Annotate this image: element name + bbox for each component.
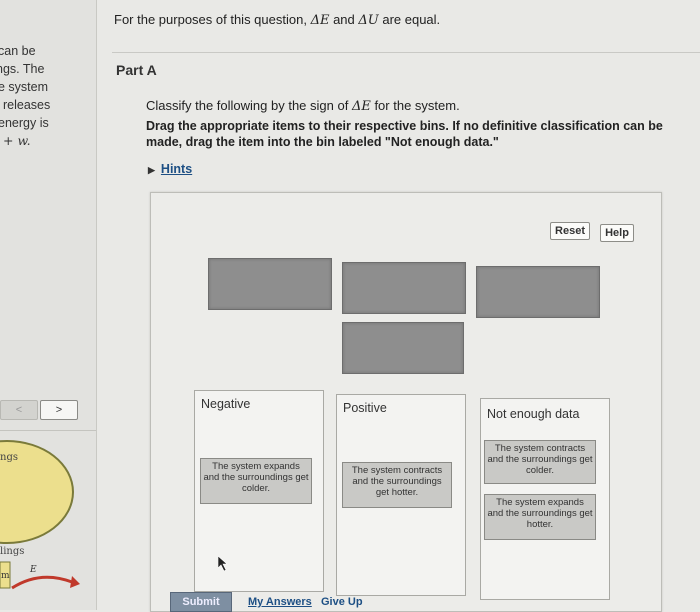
drag-instructions: Drag the appropriate items to their resp…	[146, 119, 663, 149]
hints-toggle[interactable]: ▶ Hints	[148, 162, 192, 176]
section-divider	[112, 52, 700, 53]
intro-statement: For the purposes of this question, ΔE an…	[114, 12, 440, 28]
intro-text: For the purposes of this question,	[114, 12, 311, 27]
empty-item-slot	[476, 266, 600, 318]
left-line: releases	[3, 98, 51, 112]
my-answers-link[interactable]: My Answers	[248, 596, 312, 608]
figure-nav: < >	[0, 398, 96, 420]
classify-prompt: Classify the following by the sign of ΔE…	[146, 98, 460, 114]
left-intro-panel: can be ngs. The e system releases energy…	[0, 0, 97, 610]
delta-u-symbol: ΔU	[358, 13, 379, 28]
divider	[0, 430, 96, 431]
part-title: Part A	[116, 62, 157, 78]
intro-text: are equal.	[378, 12, 441, 27]
empty-item-slot	[342, 262, 466, 314]
bin-label: Not enough data	[487, 407, 580, 421]
left-line: energy is	[0, 116, 49, 130]
help-button[interactable]: Help	[600, 224, 634, 242]
left-line: can be	[0, 44, 36, 58]
delta-e-symbol: ΔE	[351, 99, 371, 114]
draggable-item[interactable]: The system expands and the surroundings …	[200, 458, 312, 504]
left-line: e system	[0, 80, 49, 94]
diagram-label: ngs	[0, 452, 18, 463]
diagram-label: lings	[0, 546, 25, 557]
left-intro-text: can be ngs. The e system releases energy…	[0, 42, 50, 150]
empty-item-slot	[342, 322, 464, 374]
reset-button[interactable]: Reset	[550, 222, 590, 240]
prev-figure-button[interactable]: <	[0, 400, 38, 420]
draggable-item[interactable]: The system contracts and the surrounding…	[484, 440, 596, 484]
intro-text: and	[329, 12, 359, 27]
next-figure-button[interactable]: >	[40, 400, 78, 420]
diagram-letter: m	[1, 571, 10, 581]
left-line: + w.	[3, 133, 31, 148]
draggable-item[interactable]: The system contracts and the surrounding…	[342, 462, 452, 508]
triangle-right-icon: ▶	[148, 165, 155, 175]
bin-label: Positive	[343, 401, 387, 415]
energy-arrow-diagram: m E	[0, 561, 80, 590]
left-line: ngs. The	[0, 62, 45, 76]
diagram-letter: E	[29, 565, 37, 575]
bin-label: Negative	[201, 397, 251, 411]
empty-item-slot	[208, 258, 332, 310]
draggable-item[interactable]: The system expands and the surroundings …	[484, 494, 596, 540]
classify-text: Classify the following by the sign of	[146, 98, 352, 113]
hints-label: Hints	[160, 162, 193, 176]
submit-button[interactable]: Submit	[170, 592, 232, 612]
delta-e-symbol: ΔE	[310, 13, 330, 28]
classify-text: for the system.	[370, 98, 460, 113]
mouse-cursor-icon	[218, 556, 228, 572]
give-up-link[interactable]: Give Up	[321, 596, 363, 608]
